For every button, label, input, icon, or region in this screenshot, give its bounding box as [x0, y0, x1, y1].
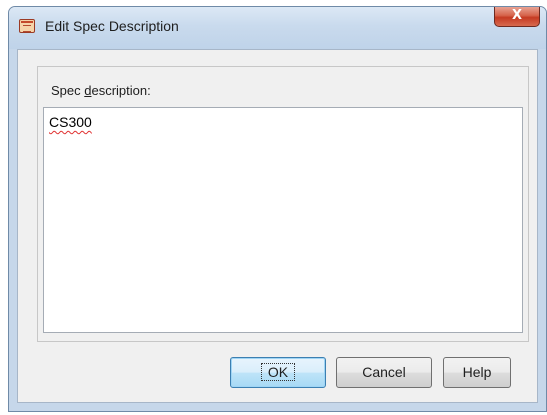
ok-button-label: OK — [260, 363, 296, 381]
label-suffix: escription: — [91, 83, 151, 98]
close-button[interactable]: X — [494, 7, 540, 27]
label-prefix: Spec — [51, 83, 85, 98]
window-title: Edit Spec Description — [45, 18, 179, 34]
spec-description-label: Spec description: — [51, 83, 151, 98]
dialog-body: Spec description: CS300 OK Cancel Help — [17, 49, 538, 403]
title-bar[interactable]: Edit Spec Description X — [9, 7, 546, 49]
spec-description-field[interactable]: CS300 — [43, 107, 523, 333]
help-button[interactable]: Help — [443, 357, 511, 388]
form-icon — [19, 19, 35, 33]
ok-button[interactable]: OK — [230, 357, 326, 388]
dialog-window: Edit Spec Description X Spec description… — [8, 6, 547, 412]
spec-description-value: CS300 — [49, 114, 92, 130]
cancel-button[interactable]: Cancel — [336, 357, 432, 388]
